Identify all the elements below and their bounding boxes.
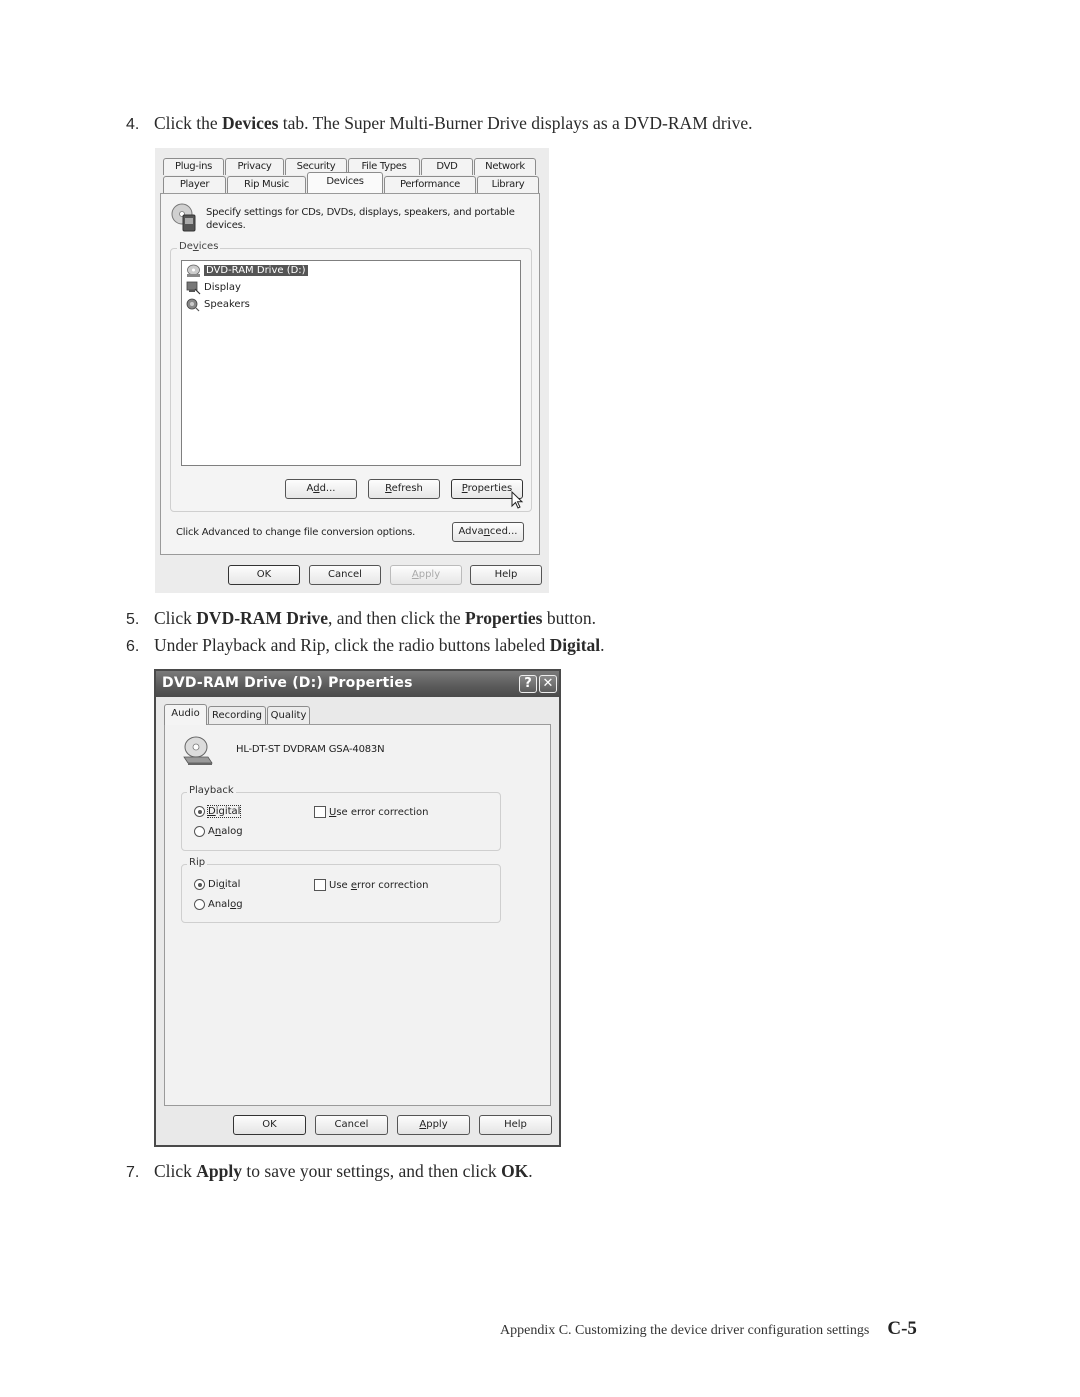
tab-row-front: Player Rip Music Devices Performance Lib… xyxy=(163,172,540,193)
drive-model: HL-DT-ST DVDRAM GSA-4083N xyxy=(236,744,385,755)
devices-group: Devices DVD-RAM Drive (D:) Display Speak… xyxy=(170,241,532,512)
close-icon[interactable]: ✕ xyxy=(539,675,557,693)
radio-selected-icon xyxy=(194,879,205,890)
step-4: 4. Click the Devices tab. The Super Multi… xyxy=(126,113,753,133)
step-6: 6. Under Playback and Rip, click the radi… xyxy=(126,635,605,655)
add-button[interactable]: Add... xyxy=(285,479,357,499)
step-number: 5. xyxy=(126,611,140,628)
devices-group-label: Devices xyxy=(177,241,221,252)
tab-library[interactable]: Library xyxy=(477,176,539,193)
cancel-button[interactable]: Cancel xyxy=(309,565,381,585)
properties-tabs: Audio Recording Quality xyxy=(164,704,311,725)
cd-drive-icon xyxy=(183,736,213,765)
playback-group-label: Playback xyxy=(187,785,236,796)
radio-selected-icon xyxy=(194,806,205,817)
footer-text: Appendix C. Customizing the device drive… xyxy=(500,1323,870,1338)
dialog-title: DVD-RAM Drive (D:) Properties xyxy=(162,675,413,691)
help-button[interactable]: Help xyxy=(470,565,542,585)
help-button[interactable]: Help xyxy=(479,1115,552,1135)
advanced-button[interactable]: Advanced... xyxy=(452,522,524,542)
tab-recording[interactable]: Recording xyxy=(208,706,266,725)
device-item-display[interactable]: Display xyxy=(186,280,241,295)
tab-audio[interactable]: Audio xyxy=(164,704,207,725)
page-footer: Appendix C. Customizing the device drive… xyxy=(500,1318,917,1340)
tab-privacy[interactable]: Privacy xyxy=(225,158,284,175)
tab-devices[interactable]: Devices xyxy=(307,172,383,193)
refresh-button[interactable]: Refresh xyxy=(368,479,440,499)
checkbox-icon xyxy=(314,879,326,891)
tab-rip-music[interactable]: Rip Music xyxy=(227,176,306,193)
checkbox-icon xyxy=(314,806,326,818)
cd-drive-icon xyxy=(187,264,200,277)
page-number: C-5 xyxy=(887,1318,917,1339)
step-7: 7. Click Apply to save your settings, and… xyxy=(126,1161,533,1181)
step-5: 5. Click DVD-RAM Drive, and then click th… xyxy=(126,608,596,628)
playback-analog-radio[interactable]: Analog xyxy=(194,826,243,837)
cancel-button[interactable]: Cancel xyxy=(315,1115,388,1135)
options-devices-dialog: Plug-ins Privacy Security File Types DVD… xyxy=(155,148,549,593)
step-number: 6. xyxy=(126,638,140,655)
tab-network[interactable]: Network xyxy=(474,158,536,175)
devices-cd-icon xyxy=(171,203,196,232)
devices-listbox[interactable]: DVD-RAM Drive (D:) Display Speakers xyxy=(181,260,521,466)
device-item-speakers[interactable]: Speakers xyxy=(186,297,250,312)
rip-analog-radio[interactable]: Analog xyxy=(194,899,243,910)
rip-error-correction-checkbox[interactable]: Use error correction xyxy=(314,879,429,891)
tab-plug-ins[interactable]: Plug-ins xyxy=(163,158,224,175)
step-number: 7. xyxy=(126,1164,140,1181)
device-item-dvd-ram[interactable]: DVD-RAM Drive (D:) xyxy=(186,263,308,278)
step-number: 4. xyxy=(126,116,140,133)
playback-digital-radio[interactable]: Digital xyxy=(194,805,242,818)
display-icon xyxy=(186,281,201,294)
devices-tab-panel: Specify settings for CDs, DVDs, displays… xyxy=(160,193,540,555)
devices-description: Specify settings for CDs, DVDs, displays… xyxy=(206,207,515,231)
radio-icon xyxy=(194,826,205,837)
ok-button[interactable]: OK xyxy=(233,1115,306,1135)
playback-error-correction-checkbox[interactable]: Use error correction xyxy=(314,806,429,818)
title-bar[interactable]: DVD-RAM Drive (D:) Properties ? ✕ xyxy=(156,671,559,697)
mouse-cursor-icon xyxy=(511,491,524,509)
tab-quality[interactable]: Quality xyxy=(267,706,310,725)
tab-player[interactable]: Player xyxy=(163,176,226,193)
rip-group: Rip Digital Analog Use error correction xyxy=(181,857,501,923)
tab-performance[interactable]: Performance xyxy=(384,176,476,193)
dvd-ram-properties-dialog: DVD-RAM Drive (D:) Properties ? ✕ Audio … xyxy=(154,669,561,1147)
tab-dvd[interactable]: DVD xyxy=(421,158,473,175)
apply-button[interactable]: Apply xyxy=(390,565,462,585)
radio-icon xyxy=(194,899,205,910)
rip-digital-radio[interactable]: Digital xyxy=(194,879,240,890)
ok-button[interactable]: OK xyxy=(228,565,300,585)
rip-group-label: Rip xyxy=(187,857,208,868)
speaker-icon xyxy=(186,298,200,311)
apply-button[interactable]: Apply xyxy=(397,1115,470,1135)
help-icon[interactable]: ? xyxy=(519,675,537,693)
audio-tab-panel: HL-DT-ST DVDRAM GSA-4083N Playback Digit… xyxy=(164,724,551,1106)
advanced-hint-text: Click Advanced to change file conversion… xyxy=(176,527,416,538)
playback-group: Playback Digital Analog Use error correc… xyxy=(181,785,501,851)
